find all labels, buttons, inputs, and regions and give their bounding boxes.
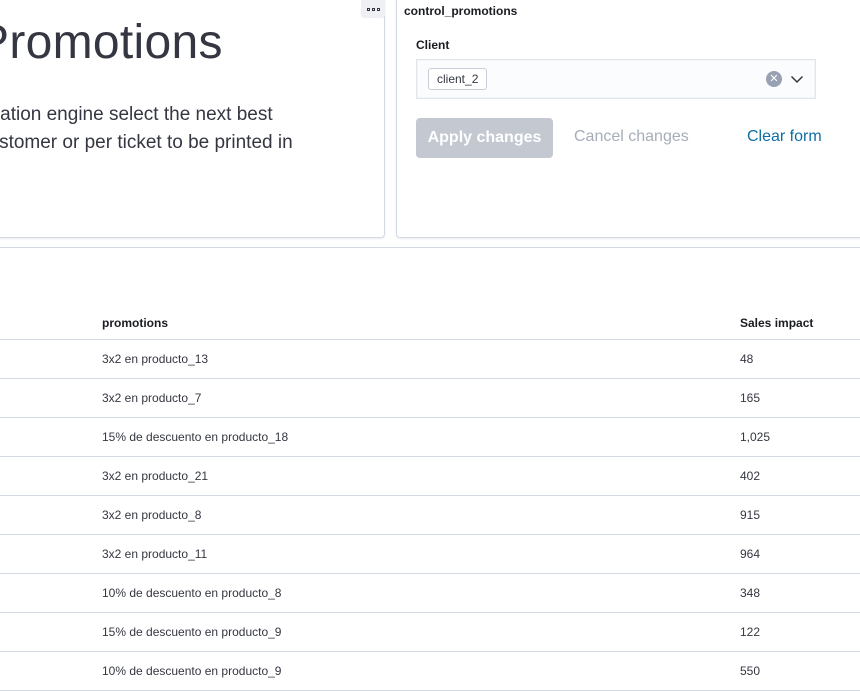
page-title: Promotions (0, 16, 223, 69)
sales-impact-cell: 348 (740, 586, 761, 600)
description-line: customer or per ticket to be printed in (0, 132, 293, 153)
cancel-changes-button[interactable]: Cancel changes (574, 128, 689, 146)
panel-divider (0, 247, 860, 248)
table-row: 3x2 en producto_7 165 (0, 379, 860, 418)
promotion-cell: 15% de descuento en producto_18 (102, 430, 289, 444)
control-panel: control_promotions Client client_2 ✕ App… (396, 0, 860, 238)
more-options-icon (366, 7, 380, 11)
table-row: 10% de descuento en producto_9 550 (0, 652, 860, 691)
promotion-cell: 10% de descuento en producto_8 (102, 586, 282, 600)
table-row: 15% de descuento en producto_18 1,025 (0, 418, 860, 457)
promotion-cell: 3x2 en producto_11 (102, 547, 208, 561)
apply-changes-button[interactable]: Apply changes (416, 118, 553, 158)
client-field-label: Client (416, 38, 450, 52)
sales-impact-cell: 165 (740, 391, 761, 405)
table-row: 3x2 en producto_8 915 (0, 496, 860, 535)
promotion-cell: 10% de descuento en producto_9 (102, 664, 282, 678)
table-row: 10% de descuento en producto_8 348 (0, 574, 860, 613)
panel-description: ndation engine select the next best cust… (0, 101, 293, 185)
description-line: e. (0, 157, 293, 185)
sales-impact-cell: 550 (740, 664, 761, 678)
selected-client-pill[interactable]: client_2 (428, 68, 488, 90)
chevron-down-icon[interactable] (790, 71, 804, 87)
sales-impact-cell: 402 (740, 469, 761, 483)
promotion-cell: 3x2 en producto_13 (102, 352, 209, 366)
sales-impact-cell: 915 (740, 508, 761, 522)
panel-title: control_promotions (404, 4, 518, 18)
promotion-cell: 15% de descuento en producto_9 (102, 625, 282, 639)
table-row: 3x2 en producto_11 964 (0, 535, 860, 574)
table-row: 3x2 en producto_21 402 (0, 457, 860, 496)
table-row: 3x2 en producto_13 48 (0, 340, 860, 379)
client-combo-box[interactable]: client_2 ✕ (416, 59, 816, 99)
sales-impact-cell: 122 (740, 625, 761, 639)
promotions-table: promotions Sales impact 3x2 en producto_… (0, 304, 860, 691)
sales-impact-cell: 964 (740, 547, 761, 561)
table-header-row: promotions Sales impact (0, 304, 860, 340)
sales-impact-cell: 48 (740, 352, 754, 366)
sales-impact-cell: 1,025 (740, 430, 771, 444)
clear-selection-icon[interactable]: ✕ (766, 71, 782, 87)
panel-options-button[interactable] (361, 0, 385, 18)
clear-form-button[interactable]: Clear form (747, 128, 822, 146)
column-header-sales-impact[interactable]: Sales impact (740, 316, 813, 330)
description-line: ndation engine select the next best (0, 104, 273, 125)
markdown-panel: Promotions ndation engine select the nex… (0, 0, 385, 238)
promotion-cell: 3x2 en producto_7 (102, 391, 202, 405)
promotion-cell: 3x2 en producto_21 (102, 469, 209, 483)
promotion-cell: 3x2 en producto_8 (102, 508, 202, 522)
column-header-promotions[interactable]: promotions (102, 316, 168, 330)
table-row: 15% de descuento en producto_9 122 (0, 613, 860, 652)
